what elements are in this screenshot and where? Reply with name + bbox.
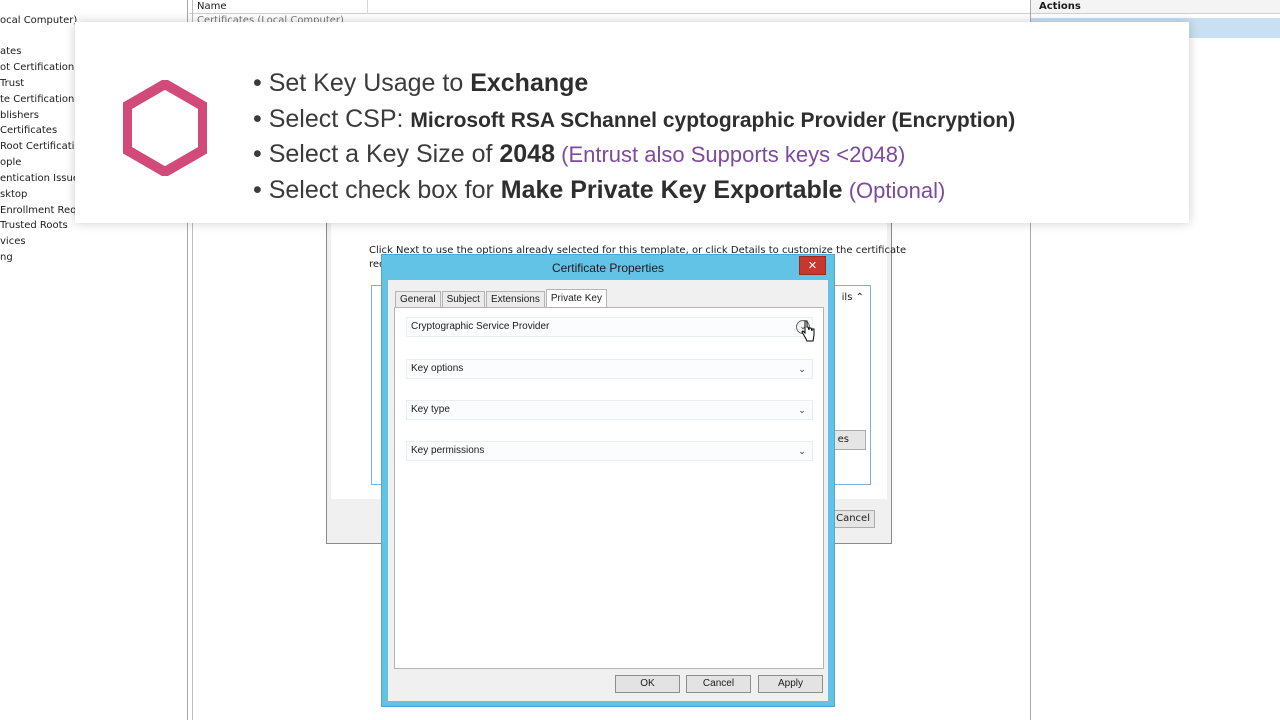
section-label: Key options [411, 363, 464, 374]
column-header[interactable]: Name [189, 0, 1030, 14]
screen: ocal Computer) ates ot Certification A T… [0, 0, 1280, 720]
key-permissions-section-header[interactable]: Key permissions ⌄ [406, 441, 813, 461]
key-options-section-header[interactable]: Key options ⌄ [406, 359, 813, 379]
tree-item[interactable]: sktop [0, 188, 27, 202]
chevron-down-icon[interactable]: ⌄ [796, 442, 808, 460]
certificate-properties-dialog: Certificate Properties ✕ General Subject… [381, 254, 835, 707]
chevron-down-icon[interactable]: ⌄ [796, 360, 808, 378]
instruction-text: • Set Key Usage to [253, 69, 471, 97]
actions-header: Actions [1031, 0, 1280, 14]
tree-item[interactable]: Enrollment Requ [0, 204, 83, 218]
instruction-text: • Select CSP: [253, 104, 411, 133]
instruction-list: • Set Key Usage to Exchange • Select CSP… [253, 66, 1015, 208]
instruction-item: • Select a Key Size of 2048 (Entrust als… [253, 137, 1015, 173]
tab-general[interactable]: General [395, 291, 441, 307]
instruction-item: • Select check box for Make Private Key … [253, 173, 1015, 209]
tab-private-key[interactable]: Private Key [545, 289, 607, 308]
hand-cursor-icon [801, 320, 815, 342]
tab-extensions[interactable]: Extensions [485, 291, 545, 307]
tree-item[interactable]: ates [0, 45, 21, 59]
tree-item[interactable]: ople [0, 156, 21, 170]
instruction-emphasis: Exchange [470, 69, 589, 97]
chevron-down-icon[interactable]: ⌄ [796, 401, 808, 419]
tree-item[interactable]: Trusted Roots [0, 219, 68, 233]
section-label: Cryptographic Service Provider [411, 321, 550, 332]
apply-button[interactable]: Apply [758, 675, 823, 693]
private-key-tab-page: Cryptographic Service Provider ⌄ Key opt… [394, 307, 824, 669]
instruction-note: (Optional) [842, 177, 946, 203]
tab-subject[interactable]: Subject [441, 291, 485, 307]
name-column-label: Name [197, 1, 227, 12]
section-label: Key permissions [411, 445, 485, 456]
tree-item[interactable]: ocal Computer) [0, 14, 77, 28]
tree-item[interactable]: Trust [0, 77, 24, 91]
instruction-item: • Select CSP: Microsoft RSA SChannel cyp… [253, 102, 1015, 138]
instruction-text: • Select check box for [253, 175, 501, 204]
key-type-section-header[interactable]: Key type ⌄ [406, 400, 813, 420]
tree-item[interactable]: ot Certification A [0, 61, 84, 75]
instruction-emphasis: Microsoft RSA SChannel cyptographic Prov… [410, 108, 1016, 132]
instruction-note: (Entrust also Supports keys <2048) [555, 142, 906, 167]
csp-section-header[interactable]: Cryptographic Service Provider ⌄ [406, 317, 813, 337]
instruction-banner: • Set Key Usage to Exchange • Select CSP… [75, 22, 1189, 223]
tree-item[interactable]: Certificates [0, 124, 57, 138]
close-icon[interactable]: ✕ [799, 256, 826, 275]
tree-item[interactable]: Root Certificati [0, 140, 74, 154]
tree-item[interactable]: vices [0, 235, 26, 249]
hexagon-logo-icon [123, 80, 207, 176]
instruction-emphasis: Make Private Key Exportable [500, 175, 843, 204]
section-label: Key type [411, 404, 450, 415]
ok-button[interactable]: OK [615, 675, 680, 693]
column-divider[interactable] [367, 0, 368, 14]
tree-item[interactable]: entication Issue [0, 172, 79, 186]
instruction-emphasis: 2048 [499, 140, 555, 168]
tree-item[interactable]: blishers [0, 109, 39, 123]
tree-item[interactable]: te Certification A [0, 93, 84, 107]
dialog-title: Certificate Properties [551, 261, 665, 275]
details-toggle[interactable]: ils ⌃ [842, 292, 864, 303]
instruction-text: • Select a Key Size of [253, 140, 500, 168]
details-label: ils [841, 292, 853, 303]
dialog-body: General Subject Extensions Private Key C… [388, 280, 828, 701]
cancel-button[interactable]: Cancel [686, 675, 751, 693]
tab-strip: General Subject Extensions Private Key [395, 289, 608, 308]
instruction-item: • Set Key Usage to Exchange [253, 66, 1015, 102]
chevron-up-icon: ⌃ [855, 292, 864, 303]
tree-item[interactable]: ng [0, 251, 13, 265]
